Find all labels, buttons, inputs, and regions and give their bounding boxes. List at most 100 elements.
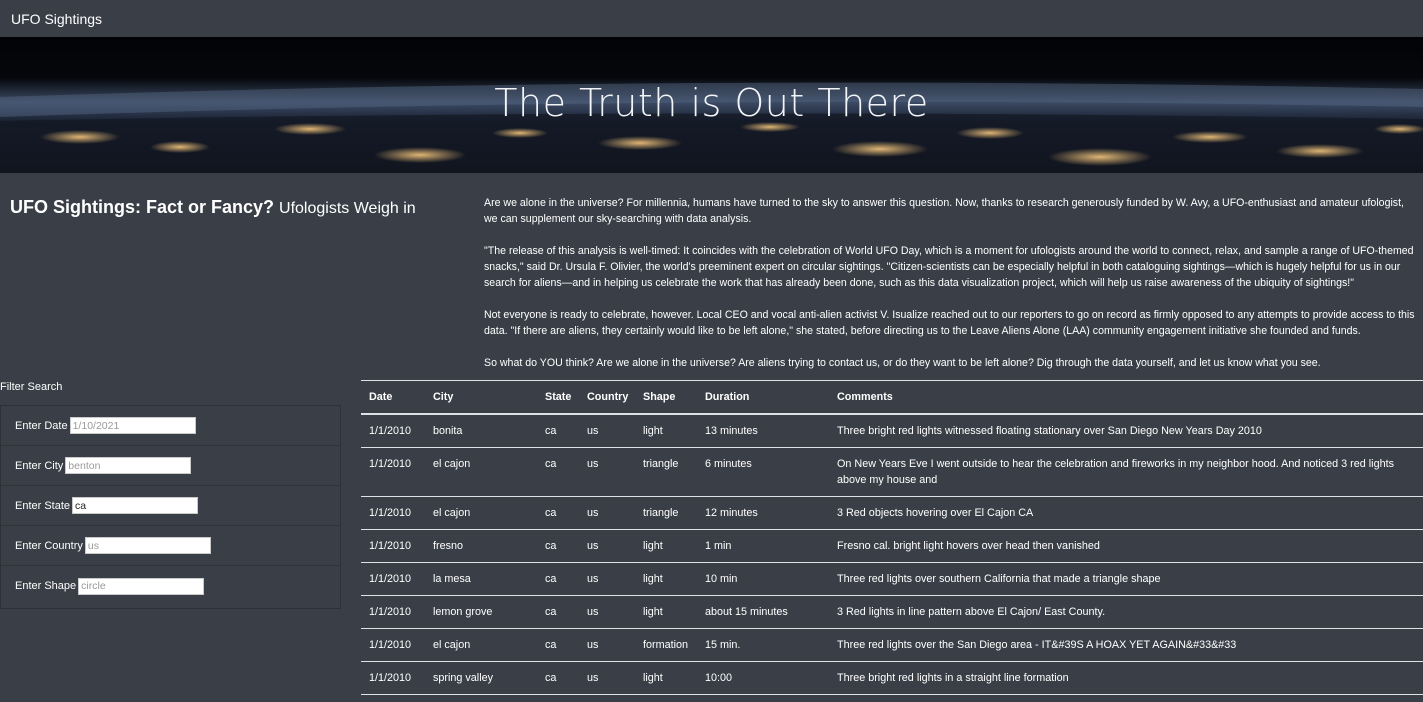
cell-country: us: [579, 661, 635, 695]
cell-country: us: [579, 595, 635, 629]
cell-shape: light: [635, 414, 697, 448]
cell-country: us: [579, 628, 635, 662]
cell-state: ca: [537, 562, 579, 596]
intro-paragraph: Are we alone in the universe? For millen…: [484, 197, 1404, 225]
cell-shape: light: [635, 529, 697, 563]
filter-title: Filter Search: [0, 381, 63, 393]
cell-shape: triangle: [635, 447, 697, 497]
cell-duration: 1 min: [697, 529, 829, 563]
table-header-row: Date City State Country Shape Duration C…: [361, 380, 1423, 415]
cell-city: spring valley: [425, 661, 537, 695]
intro-subheading: Ufologists Weigh in: [279, 200, 416, 217]
cell-duration: 6 minutes: [697, 447, 829, 497]
cell-country: us: [579, 529, 635, 563]
cell-comments: Three red lights over southern Californi…: [829, 562, 1423, 596]
navbar-brand[interactable]: UFO Sightings: [11, 11, 102, 27]
cell-city: bonita: [425, 414, 537, 448]
column-header-comments: Comments: [829, 380, 1423, 415]
table-row: 1/1/2010 fresno ca us light 1 min Fresno…: [361, 529, 1423, 563]
cell-state: ca: [537, 447, 579, 497]
cell-country: us: [579, 414, 635, 448]
cell-state: ca: [537, 661, 579, 695]
country-input[interactable]: [84, 537, 211, 554]
city-input[interactable]: [65, 457, 192, 474]
intro-paragraph: "The release of this analysis is well-ti…: [484, 245, 1414, 289]
column-header-duration: Duration: [697, 380, 829, 415]
cell-comments: Three bright red lights witnessed floati…: [829, 414, 1423, 448]
cell-shape: triangle: [635, 496, 697, 530]
cell-duration: 10 min: [697, 562, 829, 596]
cell-duration: about 15 minutes: [697, 595, 829, 629]
cell-date: 1/1/2010: [361, 529, 425, 563]
cell-state: ca: [537, 496, 579, 530]
cell-state: ca: [537, 529, 579, 563]
table-row: 1/1/2010 lemon grove ca us light about 1…: [361, 595, 1423, 629]
shape-input[interactable]: [78, 577, 205, 595]
cell-date: 1/1/2010: [361, 562, 425, 596]
cell-shape: light: [635, 562, 697, 596]
cell-city: el cajon: [425, 628, 537, 662]
table-row: 1/1/2010 el cajon ca us triangle 6 minut…: [361, 447, 1423, 497]
column-header-date: Date: [361, 380, 425, 415]
intro-section: UFO Sightings: Fact or Fancy? Ufologists…: [0, 173, 1423, 381]
filter-label-city: Enter City: [15, 459, 64, 472]
sightings-table-wrapper: Date City State Country Shape Duration C…: [361, 380, 1423, 695]
cell-date: 1/1/2010: [361, 661, 425, 695]
table-row: 1/1/2010 el cajon ca us formation 15 min…: [361, 628, 1423, 662]
hero-banner: The Truth is Out There: [0, 37, 1423, 173]
cell-comments: 3 Red lights in line pattern above El Ca…: [829, 595, 1423, 629]
table-row: 1/1/2010 el cajon ca us triangle 12 minu…: [361, 496, 1423, 530]
filter-item-date: Enter Date: [1, 406, 340, 446]
cell-city: la mesa: [425, 562, 537, 596]
cell-comments: 3 Red objects hovering over El Cajon CA: [829, 496, 1423, 530]
cell-comments: Fresno cal. bright light hovers over hea…: [829, 529, 1423, 563]
filter-item-shape: Enter Shape: [1, 566, 340, 606]
hero-title: The Truth is Out There: [494, 81, 929, 125]
intro-heading-main: UFO Sightings: Fact or Fancy?: [10, 197, 275, 217]
cell-country: us: [579, 562, 635, 596]
table-row: 1/1/2010 spring valley ca us light 10:00…: [361, 661, 1423, 695]
filter-label-date: Enter Date: [15, 419, 68, 432]
filter-panel: Enter Date Enter City Enter State Enter …: [0, 405, 341, 609]
cell-date: 1/1/2010: [361, 447, 425, 497]
cell-shape: light: [635, 661, 697, 695]
cell-duration: 10:00: [697, 661, 829, 695]
cell-state: ca: [537, 628, 579, 662]
column-header-state: State: [537, 380, 579, 415]
column-header-shape: Shape: [635, 380, 697, 415]
cell-country: us: [579, 447, 635, 497]
table-row: 1/1/2010 bonita ca us light 13 minutes T…: [361, 414, 1423, 448]
intro-heading: UFO Sightings: Fact or Fancy? Ufologists…: [10, 197, 416, 218]
table-row: 1/1/2010 la mesa ca us light 10 min Thre…: [361, 562, 1423, 596]
date-input[interactable]: [69, 417, 196, 434]
cell-date: 1/1/2010: [361, 414, 425, 448]
sightings-table: Date City State Country Shape Duration C…: [361, 380, 1423, 695]
filter-item-state: Enter State: [1, 486, 340, 526]
filter-label-state: Enter State: [15, 499, 71, 512]
cell-duration: 13 minutes: [697, 414, 829, 448]
cell-comments: Three red lights over the San Diego area…: [829, 628, 1423, 662]
cell-comments: On New Years Eve I went outside to hear …: [829, 447, 1423, 497]
cell-duration: 15 min.: [697, 628, 829, 662]
column-header-country: Country: [579, 380, 635, 415]
column-header-city: City: [425, 380, 537, 415]
cell-shape: light: [635, 595, 697, 629]
navbar: UFO Sightings: [0, 0, 1423, 37]
cell-city: lemon grove: [425, 595, 537, 629]
state-input[interactable]: [72, 497, 199, 514]
cell-city: el cajon: [425, 447, 537, 497]
cell-duration: 12 minutes: [697, 496, 829, 530]
intro-paragraph: Not everyone is ready to celebrate, howe…: [484, 309, 1415, 337]
intro-paragraph: So what do YOU think? Are we alone in th…: [484, 357, 1321, 369]
cell-date: 1/1/2010: [361, 496, 425, 530]
intro-article: Are we alone in the universe? For millen…: [484, 195, 1416, 387]
cell-comments: Three bright red lights in a straight li…: [829, 661, 1423, 695]
cell-date: 1/1/2010: [361, 595, 425, 629]
filter-item-country: Enter Country: [1, 526, 340, 566]
filter-label-country: Enter Country: [15, 539, 83, 552]
cell-date: 1/1/2010: [361, 628, 425, 662]
filter-item-city: Enter City: [1, 446, 340, 486]
cell-city: el cajon: [425, 496, 537, 530]
filter-label-shape: Enter Shape: [15, 580, 77, 592]
cell-state: ca: [537, 595, 579, 629]
